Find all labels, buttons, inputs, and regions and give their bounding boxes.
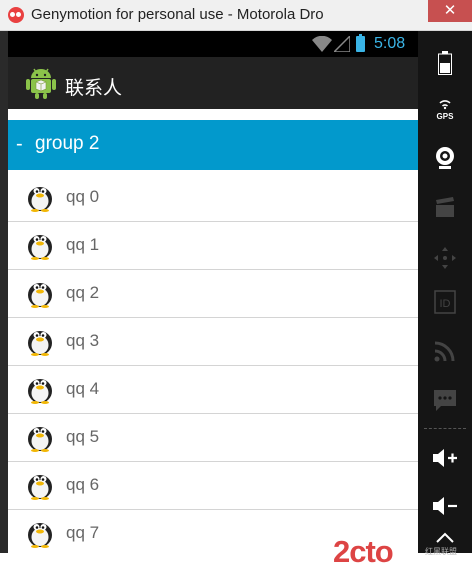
volume-down-icon	[433, 497, 457, 515]
contact-list: qq 0 qq 1 qq 2 qq 3 qq 4 qq 5 qq 6 qq 7	[8, 174, 418, 553]
webcam-icon	[436, 147, 454, 169]
remote-control-button[interactable]	[418, 238, 472, 278]
qq-penguin-icon	[26, 374, 54, 404]
action-bar: 联系人	[8, 57, 418, 109]
contact-row[interactable]: qq 6	[8, 462, 418, 510]
android-logo-icon[interactable]	[26, 67, 56, 99]
contact-row[interactable]: qq 1	[8, 222, 418, 270]
message-icon	[434, 390, 456, 411]
qq-penguin-icon	[26, 278, 54, 308]
move-arrows-icon	[434, 247, 456, 269]
panel-divider	[424, 428, 466, 430]
window-titlebar: Genymotion for personal use - Motorola D…	[0, 0, 472, 31]
contact-name: qq 2	[66, 283, 100, 302]
qq-penguin-icon	[26, 326, 54, 356]
contact-name: qq 6	[66, 475, 100, 494]
contact-row[interactable]: qq 2	[8, 270, 418, 318]
emulator-control-panel: GPS ID	[418, 31, 472, 553]
contact-name: qq 0	[66, 187, 100, 206]
action-bar-title: 联系人	[65, 78, 123, 99]
screencast-button[interactable]	[418, 188, 472, 228]
status-time: 5:08	[374, 35, 406, 52]
contact-row[interactable]: qq 5	[8, 414, 418, 462]
contact-name: qq 4	[66, 379, 100, 398]
rss-button[interactable]	[418, 331, 472, 371]
watermark-logo: 2cto	[333, 534, 394, 569]
gps-icon: GPS	[437, 100, 455, 121]
contact-name: qq 1	[66, 235, 100, 254]
window-close-button[interactable]: ✕	[428, 0, 472, 22]
camera-button[interactable]	[418, 138, 472, 178]
id-icon: ID	[434, 290, 456, 314]
gps-icon-label: GPS	[437, 112, 455, 121]
genymotion-app-icon	[8, 7, 24, 23]
device-id-button[interactable]: ID	[418, 282, 472, 322]
group-label: group 2	[35, 133, 100, 154]
window-title: Genymotion for personal use - Motorola D…	[31, 6, 324, 23]
contact-name: qq 3	[66, 331, 100, 350]
contact-row[interactable]: qq 0	[8, 174, 418, 222]
contact-row[interactable]: qq 3	[8, 318, 418, 366]
emulator-device: 5:08 联系人 - group 2 qq 0 qq 1qq 2 qq 3 qq…	[0, 31, 472, 569]
qq-penguin-icon	[26, 518, 54, 548]
watermark-subtitle: 红黑联盟	[425, 547, 457, 556]
status-bar: 5:08	[8, 31, 418, 57]
battery-icon	[356, 34, 365, 52]
gps-button[interactable]: GPS	[418, 89, 472, 129]
volume-down-button[interactable]	[418, 486, 472, 526]
group-header[interactable]: - group 2	[8, 120, 418, 170]
qq-penguin-icon	[26, 182, 54, 212]
qq-penguin-icon	[26, 230, 54, 260]
qq-penguin-icon	[26, 470, 54, 500]
collapse-indicator: -	[16, 133, 23, 155]
sms-button[interactable]	[418, 380, 472, 420]
id-icon-label: ID	[440, 298, 451, 310]
contact-name: qq 5	[66, 427, 100, 446]
contact-name: qq 7	[66, 523, 100, 542]
contact-row[interactable]: qq 4	[8, 366, 418, 414]
clapperboard-icon	[436, 197, 454, 217]
wifi-icon	[312, 36, 332, 52]
volume-up-icon	[433, 449, 457, 467]
rss-icon	[434, 341, 455, 362]
android-screen: 5:08 联系人 - group 2 qq 0 qq 1qq 2 qq 3 qq…	[8, 31, 418, 553]
rotate-icon	[436, 532, 454, 543]
qq-penguin-icon	[26, 422, 54, 452]
volume-up-button[interactable]	[418, 438, 472, 478]
signal-icon	[334, 36, 350, 52]
battery-widget-button[interactable]	[418, 43, 472, 83]
battery-widget-icon	[438, 51, 452, 75]
